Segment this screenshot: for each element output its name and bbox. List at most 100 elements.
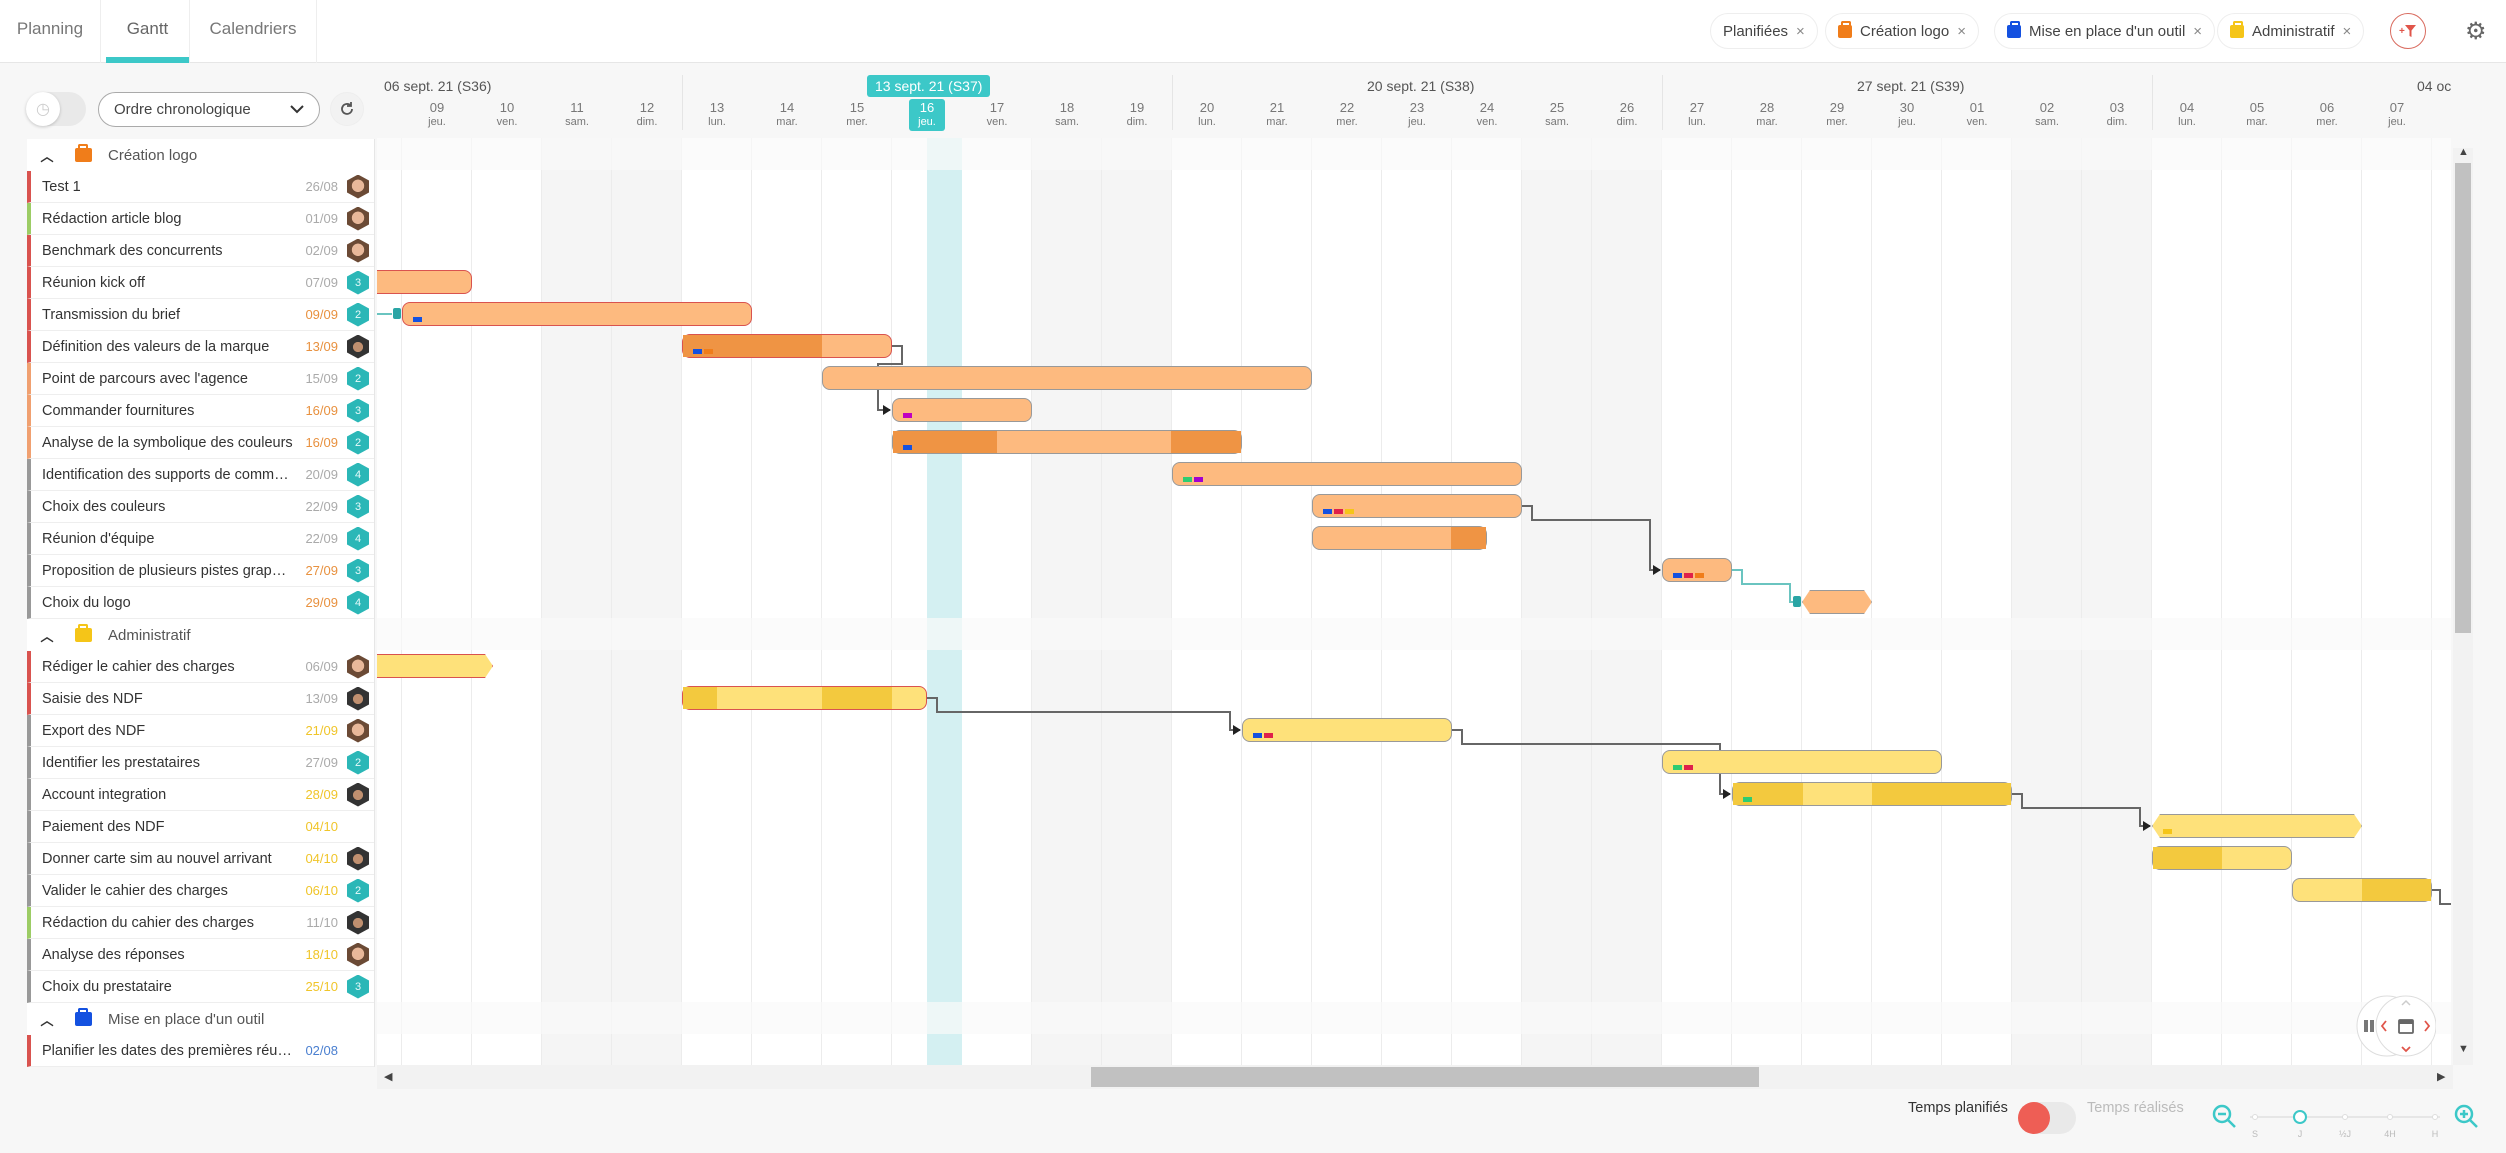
day-weekday: mer. — [1336, 116, 1358, 128]
task-row[interactable]: Valider le cahier des charges 06/10 2 — [27, 875, 374, 907]
close-icon[interactable]: × — [1957, 23, 1966, 40]
scroll-down-icon[interactable]: ▼ — [2458, 1043, 2469, 1055]
avatar — [347, 782, 369, 807]
assignee-count-badge: 3 — [347, 270, 369, 295]
task-row[interactable]: Analyse des réponses 18/10 — [27, 939, 374, 971]
task-row[interactable]: Commander fournitures 16/09 3 — [27, 395, 374, 427]
task-row[interactable]: Paiement des NDF 04/10 — [27, 811, 374, 843]
group-header[interactable]: ︿ Mise en place d'un outil — [27, 1003, 374, 1035]
task-bar[interactable] — [377, 270, 472, 294]
task-row[interactable]: Donner carte sim au nouvel arrivant 04/10 — [27, 843, 374, 875]
scroll-left-icon[interactable]: ◀ — [384, 1070, 392, 1083]
horizontal-scrollbar[interactable]: ◀ ▶ — [377, 1065, 2453, 1089]
task-bar-tags — [693, 349, 713, 354]
chevron-up-icon[interactable]: ︿ — [27, 1010, 67, 1029]
task-bar[interactable] — [1662, 558, 1732, 582]
tag-marker — [1673, 765, 1682, 770]
task-row[interactable]: Export des NDF 21/09 — [27, 715, 374, 747]
task-name: Choix des couleurs — [42, 498, 166, 515]
tab-calendriers[interactable]: Calendriers — [190, 0, 317, 63]
add-filter-button[interactable]: + — [2390, 13, 2426, 49]
task-row[interactable]: Benchmark des concurrents 02/09 — [27, 235, 374, 267]
tab-gantt[interactable]: Gantt — [106, 0, 190, 63]
group-header[interactable]: ︿ Création logo — [27, 139, 374, 171]
task-row[interactable]: Transmission du brief 09/09 2 — [27, 299, 374, 331]
refresh-button[interactable] — [330, 92, 364, 126]
task-bar[interactable] — [377, 654, 493, 678]
task-bar[interactable] — [2292, 878, 2432, 902]
zoom-slider[interactable]: S J ½J 4H H — [2250, 1105, 2440, 1145]
filter-chip-planifiees[interactable]: Planifiées × — [1710, 13, 1818, 49]
settings-gear-icon[interactable]: ⚙ — [2465, 17, 2487, 46]
close-icon[interactable]: × — [1796, 23, 1805, 40]
task-name: Benchmark des concurrents — [42, 242, 223, 259]
zoom-level-dot[interactable] — [2252, 1114, 2258, 1120]
zoom-level-dot[interactable] — [2432, 1114, 2438, 1120]
task-row[interactable]: Choix du prestataire 25/10 3 — [27, 971, 374, 1003]
zoom-level-dot[interactable] — [2387, 1114, 2393, 1120]
zoom-level-dot[interactable] — [2293, 1110, 2307, 1124]
task-bar[interactable] — [822, 366, 1312, 390]
zoom-out-icon[interactable] — [2212, 1104, 2238, 1130]
task-row[interactable]: Point de parcours avec l'agence 15/09 2 — [27, 363, 374, 395]
zoom-level-dot[interactable] — [2342, 1114, 2348, 1120]
task-row[interactable]: Account integration 28/09 — [27, 779, 374, 811]
task-bar[interactable] — [1172, 462, 1522, 486]
task-bar[interactable] — [892, 398, 1032, 422]
task-row[interactable]: Rédaction article blog 01/09 — [27, 203, 374, 235]
chevron-up-icon[interactable]: ︿ — [27, 626, 67, 645]
close-icon[interactable]: × — [2193, 23, 2202, 40]
task-row[interactable]: Rédaction du cahier des charges 11/10 — [27, 907, 374, 939]
filter-chip-creation-logo[interactable]: Création logo × — [1825, 13, 1979, 49]
task-bar[interactable] — [1732, 782, 2012, 806]
time-toggle[interactable]: ◷ — [26, 92, 86, 126]
vertical-scrollbar[interactable]: ▲ ▼ — [2453, 146, 2473, 1065]
task-row[interactable]: Identifier les prestataires 27/09 2 — [27, 747, 374, 779]
task-bar[interactable] — [1802, 590, 1872, 614]
task-bar[interactable] — [2152, 846, 2292, 870]
task-bar[interactable] — [1242, 718, 1452, 742]
map-icon[interactable] — [2364, 1020, 2374, 1032]
day-label: 29 mer. — [1802, 101, 1872, 129]
task-row[interactable]: Choix des couleurs 22/09 3 — [27, 491, 374, 523]
task-row[interactable]: Analyse de la symbolique des couleurs 16/… — [27, 427, 374, 459]
sort-select[interactable]: Ordre chronologique — [98, 92, 320, 127]
day-number: 12 — [639, 100, 655, 115]
task-bar[interactable] — [1662, 750, 1942, 774]
close-icon[interactable]: × — [2343, 23, 2352, 40]
task-row[interactable]: Identification des supports de commun...… — [27, 459, 374, 491]
task-row[interactable]: Choix du logo 29/09 4 — [27, 587, 374, 619]
task-row[interactable]: Saisie des NDF 13/09 — [27, 683, 374, 715]
task-row[interactable]: Proposition de plusieurs pistes graphiq.… — [27, 555, 374, 587]
task-bar[interactable] — [1312, 494, 1522, 518]
task-bar[interactable] — [2152, 814, 2362, 838]
task-row[interactable]: Réunion kick off 07/09 3 — [27, 267, 374, 299]
task-bar[interactable] — [682, 686, 927, 710]
day-number: 26 — [1619, 100, 1635, 115]
task-row[interactable]: Test 1 26/08 — [27, 171, 374, 203]
task-row[interactable]: Planifier les dates des premières réuni.… — [27, 1035, 374, 1067]
scroll-up-icon[interactable]: ▲ — [2458, 146, 2469, 158]
scroll-right-icon[interactable]: ▶ — [2437, 1070, 2445, 1083]
assignee: 2 — [346, 366, 370, 391]
filter-chip-mise-en-place[interactable]: Mise en place d'un outil × — [1994, 13, 2216, 49]
planned-actual-toggle[interactable] — [2018, 1102, 2076, 1134]
task-bar[interactable] — [892, 430, 1242, 454]
task-name: Choix du logo — [42, 594, 131, 611]
task-due-date: 07/09 — [305, 275, 338, 290]
vertical-scroll-thumb[interactable] — [2455, 163, 2471, 633]
day-number: 21 — [1269, 100, 1285, 115]
chevron-up-icon[interactable]: ︿ — [27, 146, 67, 165]
tab-planning[interactable]: Planning — [0, 0, 101, 63]
filter-chip-administratif[interactable]: Administratif × — [2217, 13, 2365, 49]
task-bar[interactable] — [1312, 526, 1487, 550]
zoom-in-icon[interactable] — [2454, 1104, 2480, 1130]
task-row[interactable]: Rédiger le cahier des charges 06/09 — [27, 651, 374, 683]
horizontal-scroll-thumb[interactable] — [1091, 1067, 1759, 1087]
group-header[interactable]: ︿ Administratif — [27, 619, 374, 651]
task-row[interactable]: Réunion d'équipe 22/09 4 — [27, 523, 374, 555]
week-label: 06 sept. 21 (S36) — [384, 78, 492, 94]
task-row[interactable]: Définition des valeurs de la marque 13/09 — [27, 331, 374, 363]
task-bar[interactable] — [402, 302, 752, 326]
task-bar[interactable] — [682, 334, 892, 358]
